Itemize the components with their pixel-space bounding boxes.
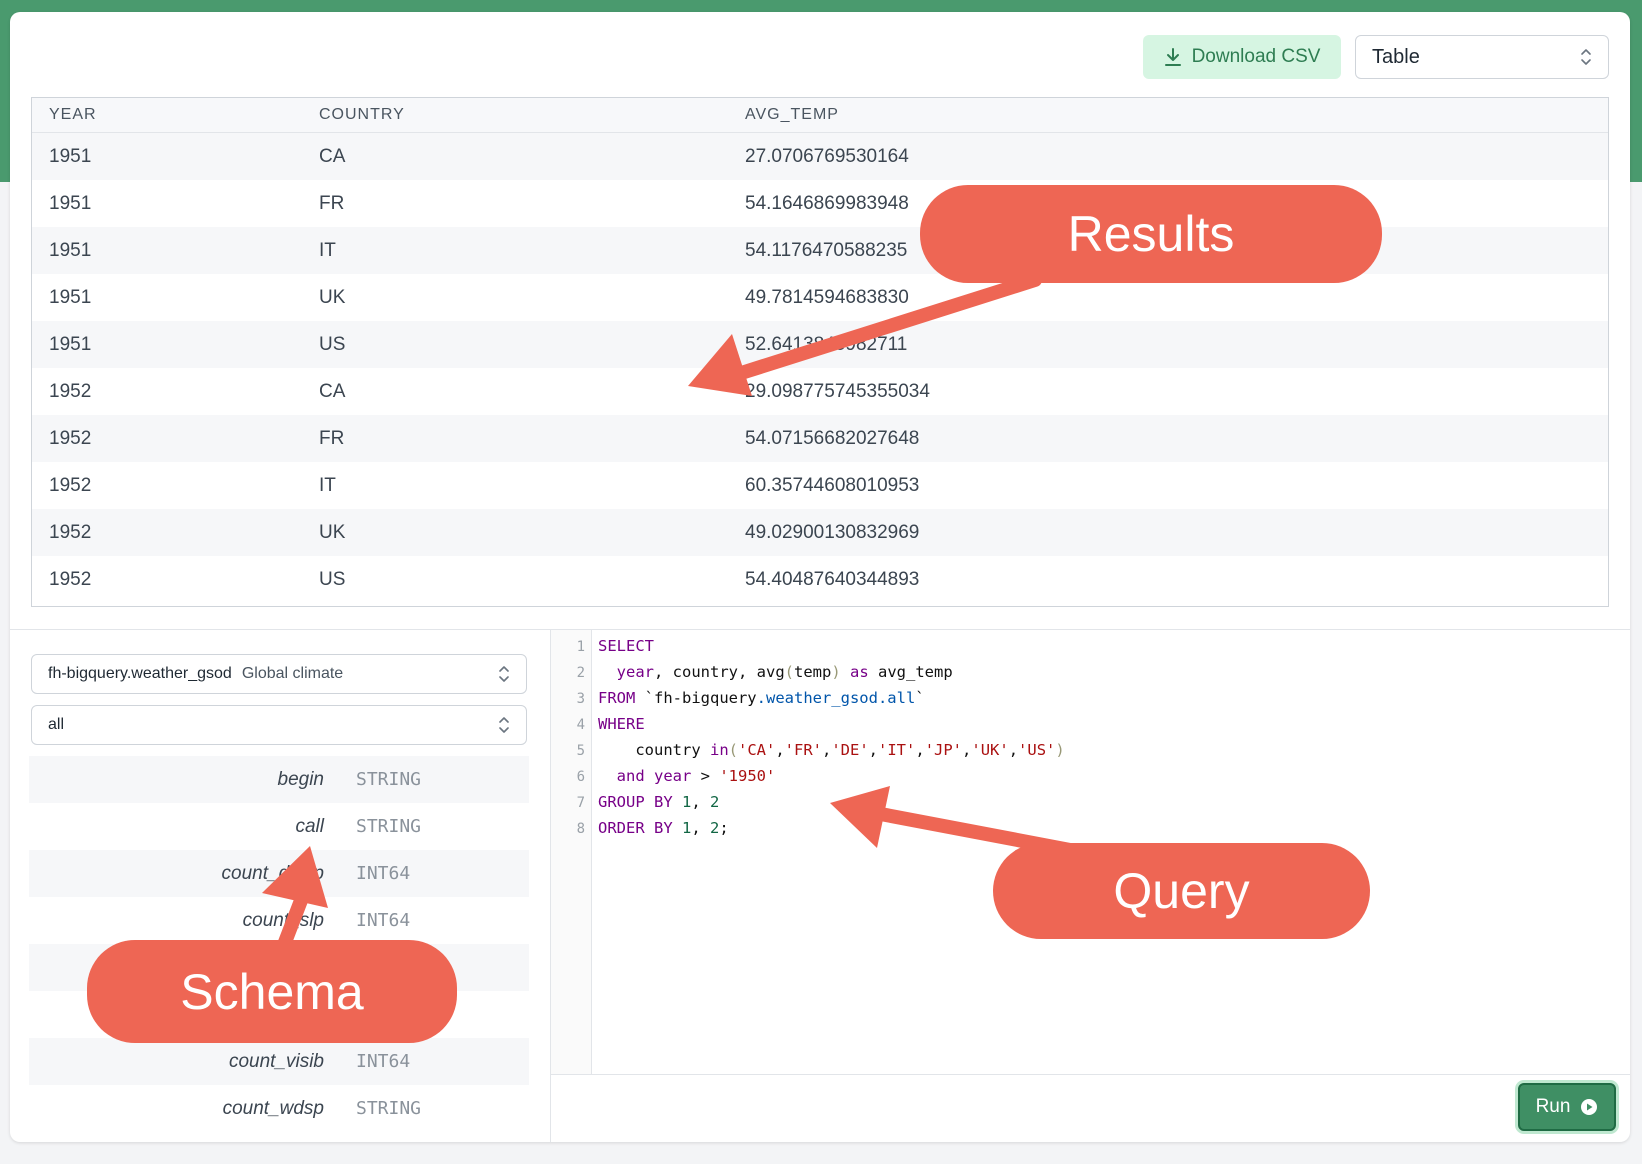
schema-arrowhead: [262, 846, 328, 908]
results-arrow-shaft: [728, 273, 1042, 382]
query-callout: Query: [993, 843, 1370, 939]
query-arrowhead: [830, 786, 890, 848]
schema-callout: Schema: [87, 940, 457, 1043]
results-callout: Results: [920, 185, 1382, 283]
results-arrowhead: [688, 334, 752, 396]
